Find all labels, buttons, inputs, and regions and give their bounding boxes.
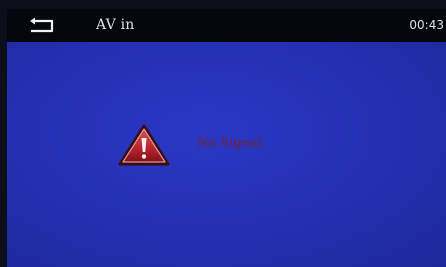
top-bar: AV in 00:43 [7, 9, 446, 42]
clock: 00:43 [409, 18, 444, 32]
warning-icon [118, 123, 170, 167]
page-title: AV in [96, 17, 135, 33]
back-button[interactable] [25, 16, 59, 36]
av-in-screen: AV in 00:43 No Signal [7, 9, 446, 267]
video-area: No Signal [7, 42, 446, 267]
no-signal-text: No Signal [197, 136, 262, 151]
back-arrow-icon [30, 17, 54, 33]
